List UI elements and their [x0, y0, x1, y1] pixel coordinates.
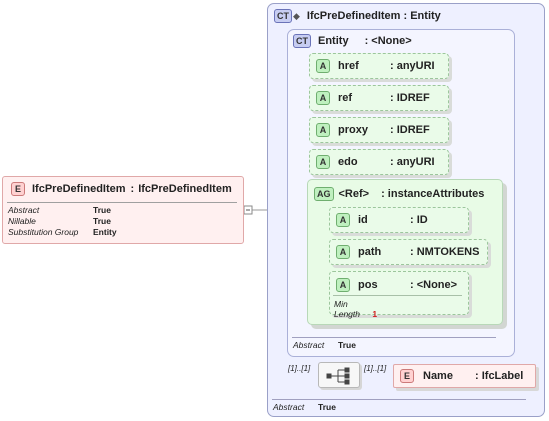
attribute-badge: A [316, 155, 330, 169]
attribute-id[interactable]: A id : ID [329, 207, 469, 233]
attribute-type: : IDREF [390, 92, 430, 104]
property-row: Abstract True [8, 205, 111, 215]
sequence-cardinality-right: [1]..[1] [364, 364, 387, 373]
base-type-badge: CT [293, 34, 311, 48]
child-element-label: Name [423, 370, 453, 382]
attribute-type: : <None> [410, 279, 458, 291]
sequence-compositor[interactable] [318, 362, 360, 388]
attribute-pos[interactable]: A pos : <None> Min Length 1 [329, 271, 469, 319]
sequence-cardinality-left: [1]..[1] [288, 364, 311, 373]
attribute-badge: A [336, 278, 350, 292]
attribute-name: pos [358, 279, 378, 291]
attribute-facet: Min Length 1 [334, 299, 378, 319]
root-element-properties: Abstract True Nillable True Substitution G… [8, 205, 117, 238]
attribute-type: : ID [410, 214, 428, 226]
complex-type-abstract: Abstract True [273, 402, 336, 412]
attribute-badge: A [316, 91, 330, 105]
element-badge: E [11, 182, 25, 196]
attribute-type: : IDREF [390, 124, 430, 136]
attribute-name: ref [338, 92, 353, 104]
attribute-group-type: : instanceAttributes [381, 188, 485, 200]
attribute-edo[interactable]: A edo : anyURI [309, 149, 449, 175]
child-element-name[interactable]: E Name : IfcLabel [393, 364, 536, 388]
attribute-group-name: <Ref> [338, 188, 370, 200]
attribute-href[interactable]: A href : anyURI [309, 53, 449, 79]
root-element-box[interactable]: E IfcPreDefinedItem : IfcPreDefinedItem … [2, 176, 244, 244]
property-row: Substitution Group Entity [8, 227, 117, 237]
root-element-type: IfcPreDefinedItem [138, 183, 232, 195]
attribute-name: edo [338, 156, 358, 168]
attribute-type: : anyURI [390, 156, 435, 168]
attribute-name: path [358, 246, 382, 258]
attribute-ref[interactable]: A ref : IDREF [309, 85, 449, 111]
attribute-name: proxy [338, 124, 368, 136]
base-type-abstract: Abstract True [293, 340, 356, 350]
sequence-icon [326, 367, 350, 385]
divider [333, 295, 462, 296]
root-element-separator: : [130, 183, 135, 195]
property-row: Nillable True [8, 216, 111, 226]
attribute-path[interactable]: A path : NMTOKENS [329, 239, 488, 265]
complex-type-derived-icon: ◆ [293, 10, 300, 21]
complex-type-badge: CT [274, 9, 292, 23]
attribute-proxy[interactable]: A proxy : IDREF [309, 117, 449, 143]
base-type-type: : <None> [364, 35, 412, 47]
divider [272, 399, 526, 400]
attribute-type: : NMTOKENS [410, 246, 480, 258]
element-badge: E [400, 369, 414, 383]
attribute-badge: A [336, 213, 350, 227]
child-element-type: : IfcLabel [475, 370, 524, 382]
attribute-badge: A [316, 123, 330, 137]
root-element-name: IfcPreDefinedItem [32, 183, 126, 195]
base-type-name: Entity [318, 35, 349, 47]
attribute-badge: A [336, 245, 350, 259]
attribute-type: : anyURI [390, 60, 435, 72]
attribute-name: id [358, 214, 368, 226]
attribute-badge: A [316, 59, 330, 73]
attribute-name: href [338, 60, 359, 72]
attribute-group-badge: AG [314, 187, 334, 201]
divider [292, 337, 496, 338]
divider [7, 202, 237, 203]
complex-type-title: IfcPreDefinedItem : Entity [306, 10, 441, 22]
